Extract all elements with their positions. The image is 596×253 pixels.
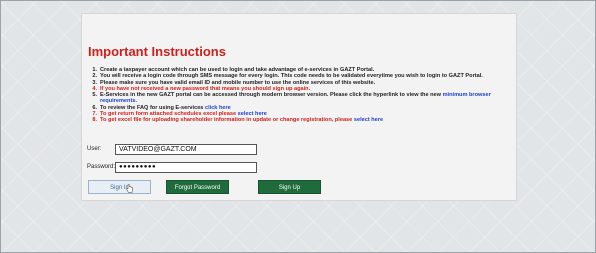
instruction-text-part: If you have not received a new password …: [100, 85, 311, 92]
instruction-text-part: E-Services in the new GAZT portal can be…: [100, 92, 443, 99]
forgot-password-label: Forgot Password: [174, 185, 221, 191]
forgot-password-button[interactable]: Forgot Password: [166, 180, 229, 194]
page-title: Important Instructions: [88, 44, 226, 59]
sign-in-button[interactable]: Sign In: [88, 180, 151, 194]
password-input[interactable]: ●●●●●●●●●: [115, 162, 257, 173]
instruction-text-part: Please make sure you have valid email ID…: [100, 79, 376, 86]
page-background: Important Instructions 1. Create a taxpay…: [0, 0, 596, 253]
instruction-number: 8.: [92, 117, 97, 124]
sign-up-label: Sign Up: [278, 185, 301, 191]
instructions-list: 1. Create a taxpayer account which can be…: [90, 67, 512, 124]
sign-up-button[interactable]: Sign Up: [258, 180, 321, 194]
password-label: Password:: [87, 164, 116, 170]
user-label: User:: [87, 146, 102, 152]
instruction-link[interactable]: click here: [205, 105, 231, 111]
instruction-text: E-Services in the new GAZT portal can be…: [100, 92, 512, 105]
hand-cursor-icon: [126, 184, 133, 193]
instruction-text-part: To get return form attached schedules ex…: [100, 111, 238, 118]
instruction-text-part: To get excel file for uploading sharehol…: [100, 117, 354, 124]
instruction-text-part: Create a taxpayer account which can be u…: [100, 67, 375, 73]
login-panel: Important Instructions 1. Create a taxpay…: [81, 13, 517, 201]
instruction-item: 5. E-Services in the new GAZT portal can …: [90, 92, 512, 105]
user-input[interactable]: VATVIDEO@GAZT.COM: [115, 144, 257, 155]
instruction-text: To get excel file for uploading sharehol…: [100, 117, 512, 123]
instruction-number: 5.: [92, 92, 97, 99]
instruction-text-part: You will receive a login code through SM…: [100, 73, 483, 80]
instruction-text-part: To review the FAQ for using E-services: [100, 104, 205, 111]
instruction-link[interactable]: select here: [238, 111, 267, 117]
instruction-item: 8. To get excel file for uploading shareh…: [90, 117, 512, 123]
instruction-link[interactable]: select here: [354, 117, 383, 123]
